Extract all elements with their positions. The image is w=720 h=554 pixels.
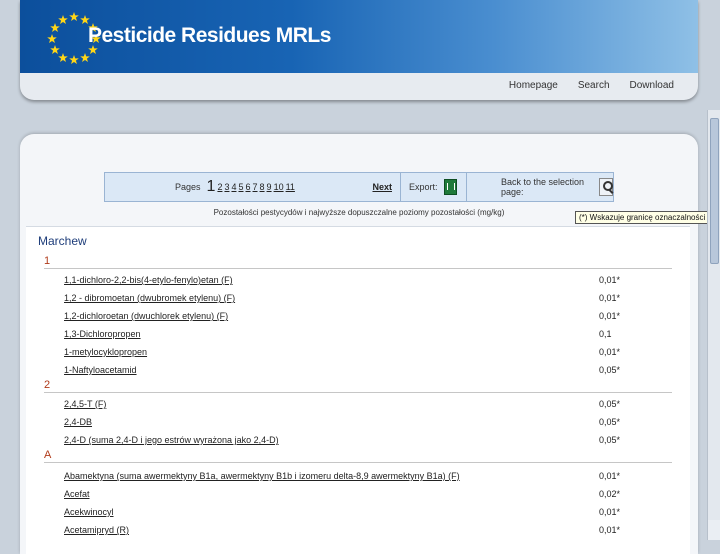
group-heading: 1 — [44, 255, 672, 269]
top-nav: Homepage Search Download — [509, 80, 674, 91]
mrl-value: 0,01* — [599, 347, 621, 357]
pages-label: Pages — [175, 182, 201, 192]
tooltip: (*) Wskazuje granicę oznaczalności — [575, 211, 710, 224]
excel-icon[interactable] — [443, 179, 457, 195]
page-link-8[interactable]: 8 — [260, 182, 265, 192]
mrl-value: 0,1 — [599, 329, 612, 339]
pesticide-name: 1,2 - dibromoetan (dwubromek etylenu) (F… — [64, 293, 236, 303]
mrl-list: Marchew 1 1,1-dichloro-2,2-bis(4-etylo-f… — [26, 226, 690, 554]
page-link-6[interactable]: 6 — [246, 182, 251, 192]
mrl-value: 0,05* — [599, 365, 621, 375]
current-page: 1 — [206, 178, 216, 195]
next-link[interactable]: Next — [372, 182, 392, 192]
export-cell: Export: — [401, 173, 467, 201]
pesticide-name: Acetamipryd (R) — [64, 525, 130, 535]
page-link-2[interactable]: 2 — [217, 182, 222, 192]
pesticide-name: 1-metylocyklopropen — [64, 347, 148, 357]
mrl-value: 0,01* — [599, 293, 621, 303]
scrollbar-corner — [708, 520, 720, 540]
group-heading: 2 — [44, 379, 672, 393]
list-item[interactable]: 1,2-dichloroetan (dwuchlorek etylenu) (F… — [64, 311, 674, 321]
site-header: Pesticide Residues MRLs Homepage Search … — [20, 0, 698, 100]
pesticide-name: 1,1-dichloro-2,2-bis(4-etylo-fenylo)etan… — [64, 275, 233, 285]
banner: Pesticide Residues MRLs — [20, 0, 698, 73]
list-item[interactable]: 1,1-dichloro-2,2-bis(4-etylo-fenylo)etan… — [64, 275, 674, 285]
pesticide-name: Acekwinocyl — [64, 507, 114, 517]
nav-download[interactable]: Download — [630, 80, 674, 91]
export-label: Export: — [409, 182, 438, 192]
page-link-5[interactable]: 5 — [238, 182, 243, 192]
mrl-value: 0,05* — [599, 435, 621, 445]
list-item[interactable]: 2,4-D (suma 2,4-D i jego estrów wyrażona… — [64, 435, 674, 445]
mrl-value: 0,01* — [599, 507, 621, 517]
pager-bar: Pages 1 2 3 4 5 6 7 8 9 10 11 Next Expor… — [104, 172, 614, 202]
list-item[interactable]: 1-Naftyloacetamid 0,05* — [64, 365, 674, 375]
group-heading: A — [44, 449, 672, 463]
pesticide-name: Abamektyna (suma awermektyny B1a, awerme… — [64, 471, 460, 481]
page-link-3[interactable]: 3 — [224, 182, 229, 192]
back-label: Back to the selection page: — [501, 177, 585, 197]
mrl-value: 0,01* — [599, 311, 621, 321]
pesticide-name: 1,2-dichloroetan (dwuchlorek etylenu) (F… — [64, 311, 229, 321]
site-title: Pesticide Residues MRLs — [88, 24, 331, 47]
vertical-scrollbar[interactable] — [707, 110, 720, 540]
nav-homepage[interactable]: Homepage — [509, 80, 558, 91]
results-panel: Pages 1 2 3 4 5 6 7 8 9 10 11 Next Expor… — [20, 134, 698, 554]
mrl-value: 0,02* — [599, 489, 621, 499]
list-item[interactable]: 2,4,5-T (F) 0,05* — [64, 399, 674, 409]
pesticide-name: 1,3-Dichloropropen — [64, 329, 141, 339]
mrl-value: 0,05* — [599, 399, 621, 409]
page-link-4[interactable]: 4 — [231, 182, 236, 192]
page-link-10[interactable]: 10 — [274, 182, 284, 192]
pesticide-name: 2,4-DB — [64, 417, 93, 427]
page-link-11[interactable]: 11 — [286, 182, 295, 192]
pesticide-name: 2,4-D (suma 2,4-D i jego estrów wyrażona… — [64, 435, 279, 445]
scrollbar-thumb[interactable] — [710, 118, 719, 264]
mrl-value: 0,01* — [599, 275, 621, 285]
nav-search[interactable]: Search — [578, 80, 610, 91]
list-item[interactable]: Acefat 0,02* — [64, 489, 674, 499]
pesticide-name: 1-Naftyloacetamid — [64, 365, 137, 375]
list-item[interactable]: 2,4-DB 0,05* — [64, 417, 674, 427]
page-link-9[interactable]: 9 — [267, 182, 272, 192]
back-cell: Back to the selection page: — [467, 173, 613, 201]
mrl-value: 0,01* — [599, 471, 621, 481]
list-item[interactable]: Abamektyna (suma awermektyny B1a, awerme… — [64, 471, 674, 481]
list-item[interactable]: Acetamipryd (R) 0,01* — [64, 525, 674, 535]
list-item[interactable]: Acekwinocyl 0,01* — [64, 507, 674, 517]
page-link-7[interactable]: 7 — [253, 182, 258, 192]
pesticide-name: Acefat — [64, 489, 90, 499]
mrl-value: 0,01* — [599, 525, 621, 535]
magnifier-icon[interactable] — [599, 178, 613, 196]
mrl-value: 0,05* — [599, 417, 621, 427]
list-item[interactable]: 1,2 - dibromoetan (dwubromek etylenu) (F… — [64, 293, 674, 303]
pagination: Pages 1 2 3 4 5 6 7 8 9 10 11 Next — [105, 173, 401, 201]
product-heading: Marchew — [38, 234, 87, 248]
list-item[interactable]: 1,3-Dichloropropen 0,1 — [64, 329, 674, 339]
list-item[interactable]: 1-metylocyklopropen 0,01* — [64, 347, 674, 357]
pesticide-name: 2,4,5-T (F) — [64, 399, 107, 409]
